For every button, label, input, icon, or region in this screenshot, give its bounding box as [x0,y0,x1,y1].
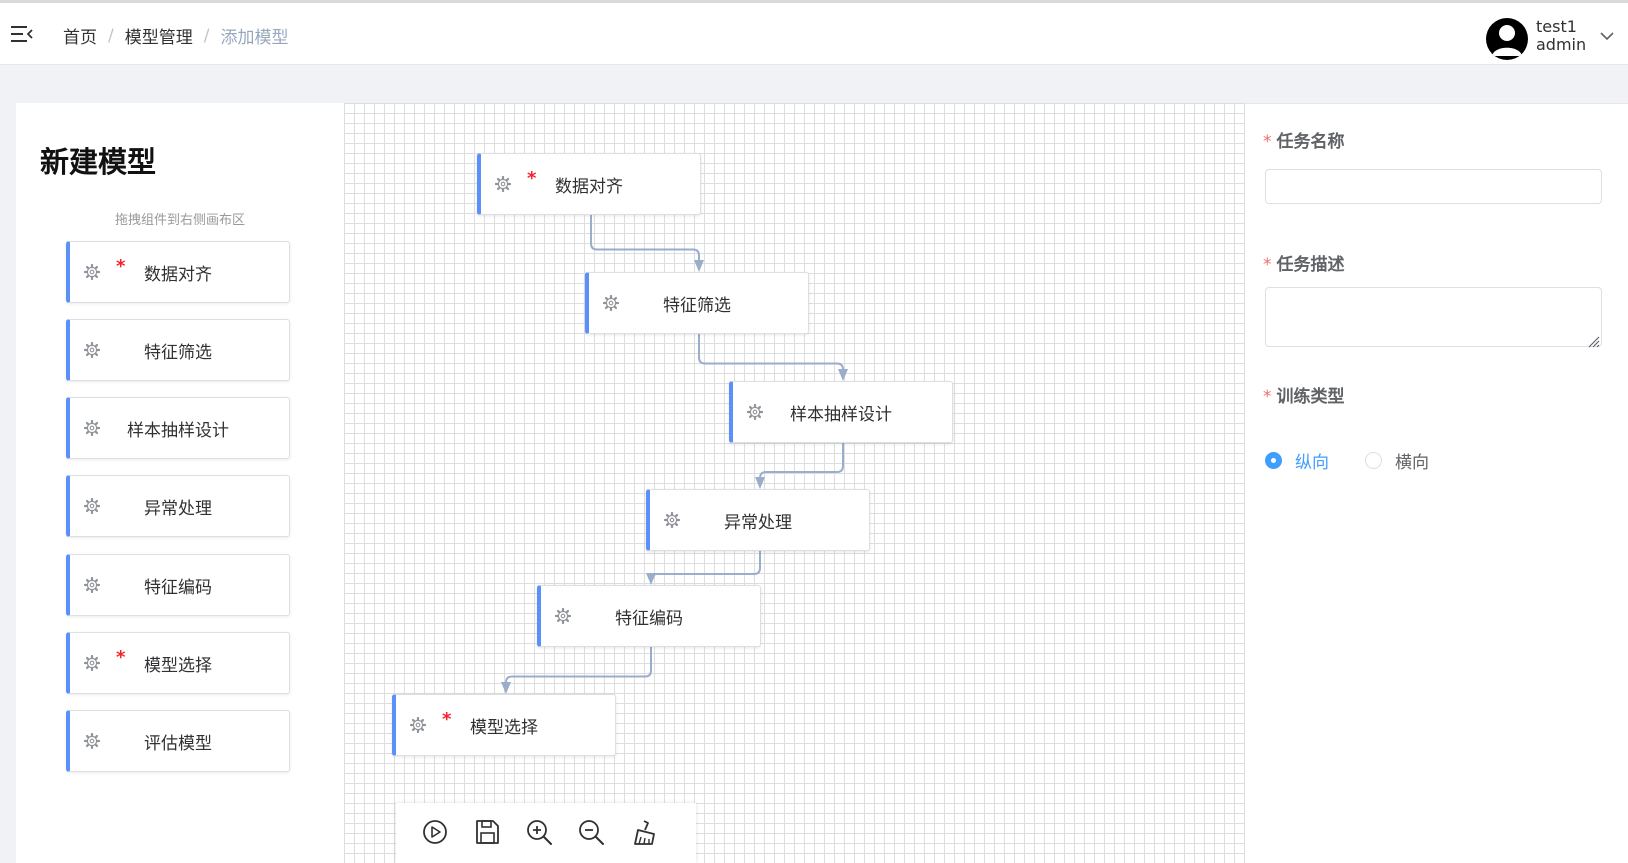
component-label: 数据对齐 [555,177,623,197]
canvas-node[interactable]: * 模型选择 [392,694,616,756]
component-label: 数据对齐 [144,265,212,285]
component-panel: 新建模型 拖拽组件到右侧画布区 * 数据对齐特征筛选样本抽样设计 异常处理特征编码 *… [16,103,344,863]
task-desc-label: * 任务描述 [1263,250,1345,275]
canvas-node[interactable]: * 数据对齐 [477,153,701,215]
required-mark: * [1263,132,1272,152]
chevron-down-icon[interactable] [1599,30,1615,42]
edge-line [505,647,652,692]
edge-arrow [694,260,704,272]
radio-label: 纵向 [1295,453,1329,473]
component-item[interactable]: 特征筛选 [66,319,290,381]
radio-label: 横向 [1395,453,1429,473]
clear-icon[interactable] [630,817,660,847]
page-title: 新建模型 [40,145,157,179]
breadcrumb-separator: / [108,25,114,46]
canvas-node[interactable]: 异常处理 [646,489,870,551]
component-item[interactable]: * 模型选择 [66,632,290,694]
edge-arrow [838,369,848,381]
canvas-node[interactable]: 特征编码 [537,585,761,647]
required-mark: * [1263,255,1272,275]
edge-arrow [646,573,656,585]
component-item[interactable]: 评估模型 [66,710,290,772]
menu-toggle-icon[interactable] [11,25,33,43]
train-type-label: * 训练类型 [1263,382,1345,407]
component-label: 样本抽样设计 [790,405,892,425]
drag-hint: 拖拽组件到右侧画布区 [114,213,245,228]
breadcrumb: 首页 / 模型管理 / 添加模型 [63,23,289,49]
component-label: 评估模型 [144,734,212,754]
edge-line [759,443,844,487]
task-desc-label-text: 任务描述 [1276,255,1345,275]
play-icon[interactable] [420,817,450,847]
component-label: 样本抽样设计 [127,421,229,441]
radio-indicator [1365,452,1382,469]
breadcrumb-model-management[interactable]: 模型管理 [125,23,193,48]
component-item[interactable]: 特征编码 [66,554,290,616]
breadcrumb-current: 添加模型 [220,28,289,48]
component-item[interactable]: * 数据对齐 [66,241,290,303]
canvas-toolbar [396,803,696,863]
avatar [1486,18,1528,60]
component-label: 特征筛选 [663,296,731,316]
component-item[interactable]: 异常处理 [66,475,290,537]
component-label: 异常处理 [724,513,792,533]
resize-handle-icon[interactable] [1586,334,1600,348]
edge-arrow [755,477,765,489]
breadcrumb-home[interactable]: 首页 [63,23,97,48]
radio-vertical[interactable]: 纵向 [1265,448,1345,473]
component-label: 特征筛选 [144,343,212,363]
property-panel: * 任务名称 * 任务描述 * 训练类型 纵向 横向 [1245,103,1628,863]
breadcrumb-separator: / [203,25,210,46]
zoom-out-icon[interactable] [576,817,606,847]
edge-arrow [501,682,511,694]
task-name-label-text: 任务名称 [1276,132,1345,152]
component-label: 模型选择 [144,656,212,676]
radio-indicator [1265,452,1282,469]
user-role: admin [1536,35,1587,54]
edge-line [590,215,700,270]
canvas-node[interactable]: 样本抽样设计 [729,381,953,443]
train-type-label-text: 训练类型 [1276,387,1345,407]
task-name-input[interactable] [1265,169,1602,204]
task-desc-textarea[interactable] [1265,287,1602,347]
user-name: test1 [1536,17,1577,36]
top-header: 首页 / 模型管理 / 添加模型 test1 admin [0,3,1628,65]
edge-line [698,334,844,379]
edge-line [650,551,761,583]
component-label: 模型选择 [470,718,538,738]
save-icon[interactable] [472,817,502,847]
model-canvas[interactable]: * 数据对齐特征筛选样本抽样设计异常处理特征编码 * 模型选择 [344,103,1245,863]
component-label: 特征编码 [144,578,212,598]
radio-horizontal[interactable]: 横向 [1365,448,1445,473]
task-name-label: * 任务名称 [1263,127,1345,152]
required-mark: * [1263,387,1272,407]
component-label: 特征编码 [615,609,683,629]
user-menu[interactable]: test1 admin [1486,16,1621,60]
component-label: 异常处理 [144,499,212,519]
zoom-in-icon[interactable] [524,817,554,847]
component-item[interactable]: 样本抽样设计 [66,397,290,459]
canvas-node[interactable]: 特征筛选 [585,272,809,334]
